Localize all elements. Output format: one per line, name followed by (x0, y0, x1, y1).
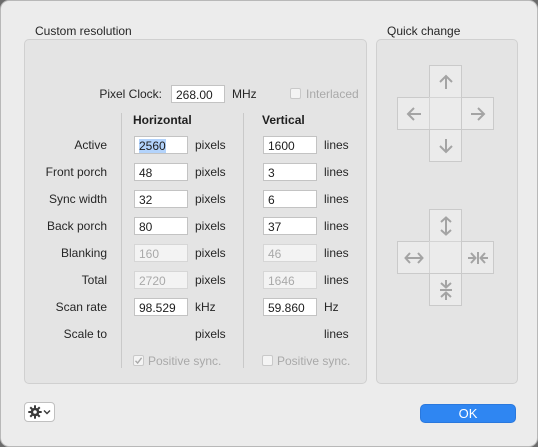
arrow-left-icon (406, 106, 421, 121)
h-front-porch-field[interactable]: 48 (134, 163, 188, 181)
shrink-vertical-icon (439, 279, 452, 300)
arrow-up-icon (438, 74, 453, 89)
custom-resolution-title: Custom resolution (35, 24, 132, 38)
h-positive-sync-checkbox[interactable] (133, 355, 144, 366)
h-total-unit: pixels (195, 273, 226, 287)
v-scan-rate-field[interactable]: 59.860 (263, 298, 317, 316)
ok-button[interactable]: OK (420, 404, 516, 423)
v-blanking-unit: lines (324, 246, 349, 260)
v-front-porch-field[interactable]: 3 (263, 163, 317, 181)
expand-horizontal-button[interactable] (397, 241, 430, 274)
vertical-header: Vertical (262, 113, 305, 127)
h-back-porch-field[interactable]: 80 (134, 217, 188, 235)
pixel-clock-field[interactable]: 268.00 (171, 85, 225, 103)
h-blanking-unit: pixels (195, 246, 226, 260)
h-active-unit: pixels (195, 138, 226, 152)
v-scale-to-unit: lines (324, 327, 349, 341)
v-back-porch-unit: lines (324, 219, 349, 233)
checkmark-icon (134, 357, 143, 365)
gear-icon (28, 405, 42, 419)
interlaced-label: Interlaced (306, 87, 359, 101)
arrow-right-icon (470, 106, 485, 121)
v-back-porch-field[interactable]: 37 (263, 217, 317, 235)
v-sync-width-unit: lines (324, 192, 349, 206)
pixel-clock-unit: MHz (232, 87, 257, 101)
expand-vertical-icon (439, 215, 452, 236)
row-label-scale-to: Scale to (63, 327, 107, 341)
expand-vertical-button[interactable] (429, 209, 462, 242)
move-up-button[interactable] (429, 65, 462, 98)
row-label-total: Total (81, 273, 107, 287)
h-scan-rate-unit: kHz (195, 300, 216, 314)
row-label-sync-width: Sync width (48, 192, 107, 206)
quick-change-title: Quick change (387, 24, 461, 38)
pixel-clock-label: Pixel Clock: (99, 87, 162, 101)
row-label-scan-rate: Scan rate (55, 300, 107, 314)
v-scan-rate-unit: Hz (324, 300, 339, 314)
h-front-porch-unit: pixels (195, 165, 226, 179)
vertical-column-divider (243, 113, 244, 368)
h-blanking-field: 160 (134, 244, 188, 262)
settings-menu-button[interactable] (24, 402, 55, 422)
v-active-field[interactable]: 1600 (263, 136, 317, 154)
size-center-cell (429, 241, 462, 274)
move-left-button[interactable] (397, 97, 430, 130)
horizontal-column-divider (121, 113, 122, 368)
v-front-porch-unit: lines (324, 165, 349, 179)
v-sync-width-field[interactable]: 6 (263, 190, 317, 208)
h-active-field[interactable]: 2560 (134, 136, 188, 154)
shrink-horizontal-icon (467, 251, 488, 264)
shrink-horizontal-button[interactable] (461, 241, 494, 274)
row-label-back-porch: Back porch (46, 219, 107, 233)
h-total-field: 2720 (134, 271, 188, 289)
v-total-unit: lines (324, 273, 349, 287)
custom-resolution-dialog: Custom resolution Quick change Pixel Clo… (0, 0, 538, 447)
row-label-blanking: Blanking (60, 246, 107, 260)
h-scale-to-unit: pixels (195, 327, 226, 341)
h-back-porch-unit: pixels (195, 219, 226, 233)
h-sync-width-unit: pixels (195, 192, 226, 206)
v-positive-sync-label: Positive sync. (277, 354, 351, 368)
v-positive-sync-checkbox[interactable] (262, 355, 273, 366)
custom-resolution-panel: Pixel Clock: 268.00 MHz Interlaced Horiz… (24, 39, 367, 384)
v-total-field: 1646 (263, 271, 317, 289)
interlaced-checkbox[interactable] (290, 88, 301, 99)
h-scan-rate-field[interactable]: 98.529 (134, 298, 188, 316)
h-positive-sync-label: Positive sync. (148, 354, 222, 368)
row-label-active: Active (74, 138, 107, 152)
arrow-down-icon (438, 138, 453, 153)
horizontal-header: Horizontal (133, 113, 192, 127)
move-center-cell (429, 97, 462, 130)
chevron-down-icon (43, 410, 51, 415)
shrink-vertical-button[interactable] (429, 273, 462, 306)
row-label-front-porch: Front porch (45, 165, 107, 179)
move-right-button[interactable] (461, 97, 494, 130)
move-down-button[interactable] (429, 129, 462, 162)
expand-horizontal-icon (403, 251, 424, 264)
h-sync-width-field[interactable]: 32 (134, 190, 188, 208)
v-active-unit: lines (324, 138, 349, 152)
v-blanking-field: 46 (263, 244, 317, 262)
quick-change-panel (376, 39, 518, 384)
